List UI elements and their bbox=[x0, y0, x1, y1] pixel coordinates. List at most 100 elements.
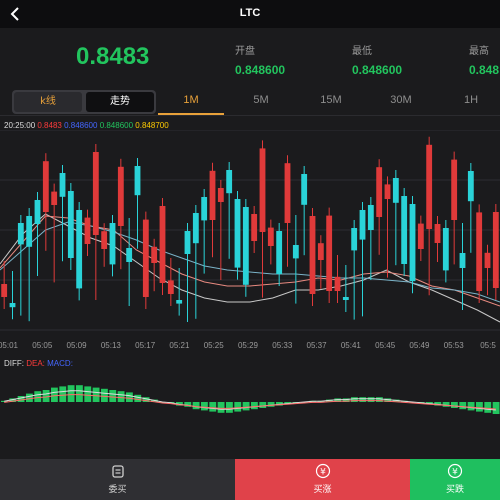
svg-text:¥: ¥ bbox=[320, 468, 326, 478]
macd-bar bbox=[459, 402, 467, 410]
macd-bar bbox=[192, 402, 200, 410]
legend-value-2: 0.848600 bbox=[64, 121, 98, 130]
buy-down-button[interactable]: ¥ 买跌 bbox=[410, 459, 500, 500]
candle-body bbox=[434, 224, 441, 243]
candle-body bbox=[242, 207, 249, 285]
tab-trend[interactable]: 走势 bbox=[86, 92, 154, 112]
candle-body bbox=[259, 148, 266, 232]
candle-body bbox=[309, 216, 316, 294]
bottom-action-bar: 委买 ¥ 买涨 ¥ 买跌 bbox=[0, 459, 500, 500]
time-tick-label: 05:37 bbox=[307, 341, 328, 350]
candle-body bbox=[176, 300, 183, 304]
candle-body bbox=[367, 205, 374, 230]
macd-bar bbox=[126, 392, 133, 402]
entrust-buy-label: 委买 bbox=[108, 485, 127, 495]
macd-bar bbox=[467, 402, 475, 411]
candle-body bbox=[484, 252, 491, 268]
candle-body bbox=[201, 197, 208, 221]
time-tick-label: 05:25 bbox=[204, 341, 225, 350]
candle-body bbox=[251, 214, 258, 241]
macd-bar bbox=[451, 402, 458, 408]
tab-period-30m[interactable]: 30M bbox=[381, 94, 421, 106]
time-tick-label: 05:41 bbox=[341, 341, 362, 350]
stat-low: 最低 0.848600 bbox=[352, 42, 402, 77]
candle-body bbox=[84, 217, 91, 244]
candle-body bbox=[467, 171, 474, 202]
tab-period-1m[interactable]: 1M bbox=[171, 94, 211, 106]
candle-body bbox=[359, 210, 366, 240]
ma-line-3 bbox=[0, 221, 500, 303]
stat-open: 开盘 0.848600 bbox=[235, 42, 285, 77]
stat-low-label: 最低 bbox=[352, 46, 372, 57]
macd-bar bbox=[259, 402, 267, 408]
candle-body bbox=[117, 166, 124, 226]
macd-bar bbox=[367, 397, 375, 402]
macd-bar bbox=[484, 402, 492, 413]
stat-high-label: 最高 bbox=[469, 46, 489, 57]
yen-icon: ¥ bbox=[447, 463, 463, 479]
indicator-legend: 20:25:00 0.8483 0.848600 0.848600 0.8487… bbox=[4, 121, 169, 130]
macd-bar bbox=[92, 387, 100, 402]
chart-tabs: k线 走势 1M 5M 15M 30M 1H bbox=[0, 88, 500, 116]
time-tick-label: 05:21 bbox=[169, 341, 190, 350]
order-icon bbox=[111, 465, 124, 478]
macd-bar bbox=[42, 390, 50, 402]
tab-period-15m[interactable]: 15M bbox=[311, 94, 351, 106]
entrust-buy-button[interactable]: 委买 bbox=[0, 459, 235, 500]
macd-chart[interactable] bbox=[0, 368, 500, 448]
candle-body bbox=[267, 227, 274, 246]
tab-period-5m[interactable]: 5M bbox=[241, 94, 281, 106]
candle-body bbox=[59, 173, 66, 197]
candle-body bbox=[34, 200, 41, 224]
macd-label-diff: DIFF: bbox=[4, 359, 24, 368]
candle-body bbox=[226, 170, 233, 194]
time-tick-label: 05:45 bbox=[375, 341, 396, 350]
macd-bar bbox=[134, 394, 142, 402]
candle-body bbox=[51, 191, 58, 205]
macd-bar bbox=[226, 402, 233, 413]
nav-bar: LTC bbox=[0, 0, 500, 28]
stat-high-value: 0.848 bbox=[469, 63, 500, 77]
candle-body bbox=[101, 231, 108, 249]
buy-down-label: 买跌 bbox=[445, 485, 464, 495]
candle-body bbox=[192, 213, 199, 244]
candle-body bbox=[159, 206, 166, 283]
candle-body bbox=[26, 216, 33, 247]
macd-bar bbox=[51, 387, 58, 402]
macd-bar bbox=[67, 385, 75, 402]
candle-body bbox=[109, 223, 116, 265]
macd-bar bbox=[76, 385, 83, 402]
page-title: LTC bbox=[239, 7, 261, 19]
tab-kline[interactable]: k线 bbox=[14, 92, 82, 112]
price-summary: 0.8483 开盘 0.848600 最低 0.848600 最高 0.848 bbox=[0, 28, 500, 88]
macd-bar bbox=[101, 388, 108, 402]
candle-body bbox=[167, 280, 174, 294]
candle-body bbox=[301, 174, 308, 205]
macd-label-dea: DEA: bbox=[26, 359, 45, 368]
buy-up-button[interactable]: ¥ 买涨 bbox=[235, 459, 410, 500]
candle-body bbox=[9, 303, 16, 308]
tab-period-1h[interactable]: 1H bbox=[451, 94, 491, 106]
candle-body bbox=[76, 210, 83, 289]
macd-bar bbox=[359, 397, 367, 402]
macd-bar bbox=[234, 402, 242, 412]
macd-bar bbox=[17, 396, 25, 402]
macd-bar bbox=[59, 386, 67, 402]
candle-body bbox=[442, 228, 449, 271]
stat-high: 最高 0.848 bbox=[469, 42, 499, 77]
time-tick-label: 05:01 bbox=[0, 341, 19, 350]
macd-bar bbox=[351, 397, 358, 402]
svg-text:¥: ¥ bbox=[452, 468, 458, 478]
candle-body bbox=[492, 212, 499, 288]
legend-value-1: 0.8483 bbox=[37, 121, 62, 130]
active-period-underline bbox=[158, 113, 224, 115]
time-tick-label: 05:33 bbox=[272, 341, 293, 350]
macd-bar bbox=[492, 402, 500, 414]
candle-body bbox=[326, 215, 333, 291]
candlestick-chart[interactable]: 05:01 05:05 05:09 05:13 05:17 05:21 05:25 05:29… bbox=[0, 130, 500, 355]
macd-bar bbox=[267, 402, 275, 407]
legend-value-4: 0.848700 bbox=[135, 121, 169, 130]
candle-body bbox=[417, 223, 424, 249]
candle-body bbox=[392, 178, 399, 203]
candle-body bbox=[209, 170, 216, 220]
